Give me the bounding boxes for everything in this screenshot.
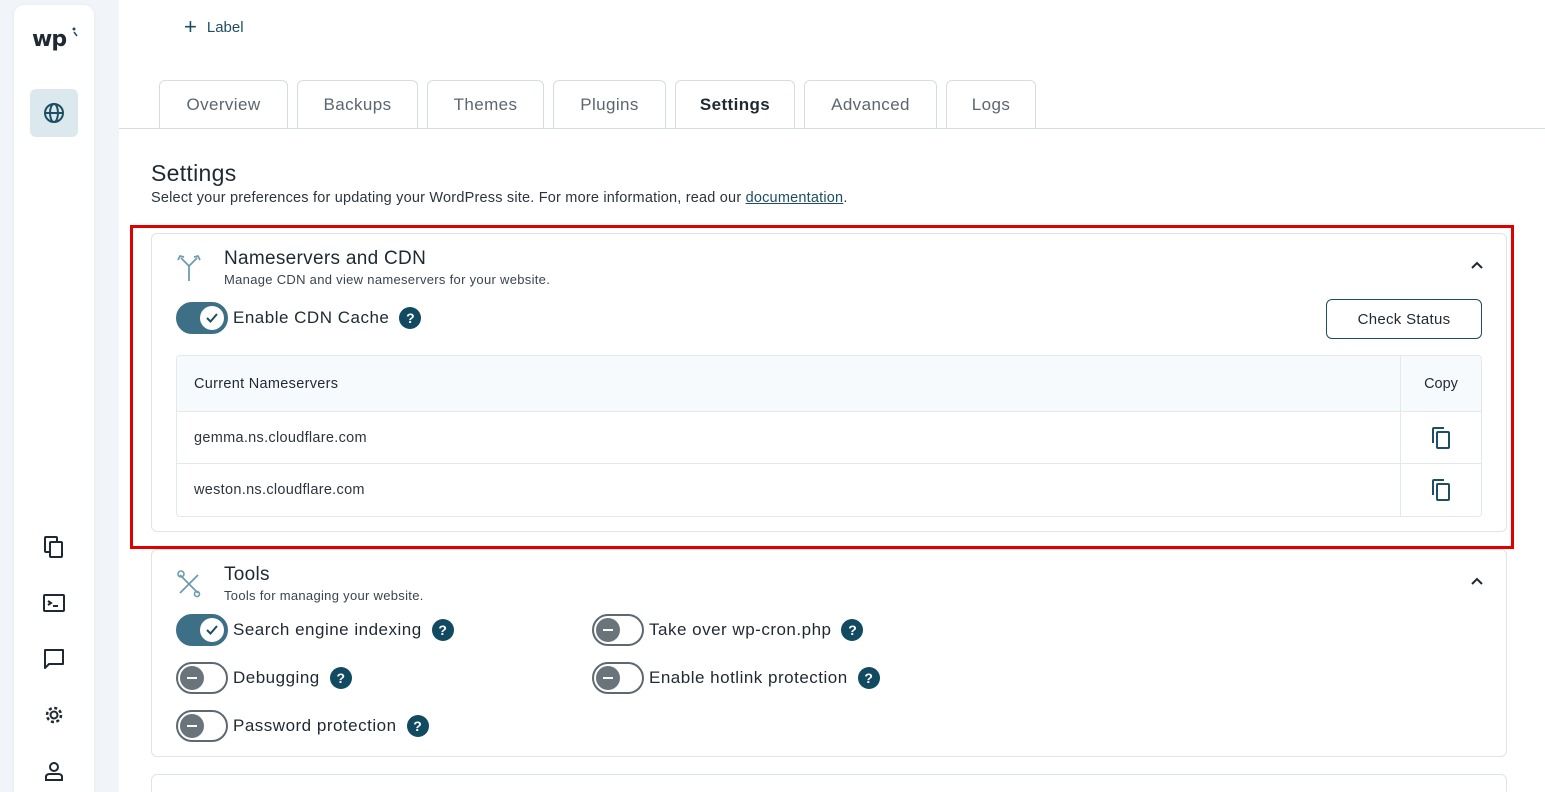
chat-icon [44, 649, 64, 669]
table-header: Current Nameservers Copy [177, 356, 1481, 412]
minus-icon [187, 725, 197, 727]
cdn-cache-label: Enable CDN Cache [233, 308, 390, 327]
nameservers-subtitle: Manage CDN and view nameservers for your… [224, 272, 551, 287]
help-icon[interactable]: ? [857, 667, 880, 689]
next-card [151, 774, 1507, 792]
hotlink-label: Enable hotlink protection [649, 668, 848, 687]
nameservers-table: Current Nameservers Copy gemma.ns.cloudf… [176, 355, 1482, 517]
nameserver-value: weston.ns.cloudflare.com [194, 482, 365, 498]
tab-bar: Overview Backups Themes Plugins Settings… [159, 80, 1036, 129]
password-protection-row: Password protection ? [176, 710, 429, 742]
check-icon [206, 625, 218, 635]
documentation-link[interactable]: documentation [746, 190, 844, 206]
plus-icon: + [184, 14, 197, 39]
sidebar-item-sites[interactable] [30, 89, 78, 137]
page-description-text: Select your preferences for updating you… [151, 190, 746, 206]
page-description-end: . [843, 190, 848, 206]
copy-cell [1400, 464, 1481, 516]
nameservers-card: Nameservers and CDN Manage CDN and view … [151, 233, 1507, 532]
copy-icon [1432, 426, 1450, 449]
main-panel: + Label Overview Backups Themes Plugins … [119, 0, 1545, 792]
copy-icon [1432, 479, 1450, 501]
column-header-nameservers: Current Nameservers [194, 375, 339, 392]
tools-card: Tools Tools for managing your website. S… [151, 549, 1507, 757]
toggle-knob [180, 666, 204, 690]
tools-icon [177, 570, 201, 598]
help-icon[interactable]: ? [329, 667, 352, 689]
hotlink-row: Enable hotlink protection ? [592, 662, 880, 694]
sidebar-item-pages[interactable] [40, 533, 68, 561]
toggle-knob [200, 306, 224, 330]
toggle-knob [200, 618, 224, 642]
toggle-knob [596, 666, 620, 690]
minus-icon [603, 677, 613, 679]
page-title: Settings [151, 160, 237, 186]
logo[interactable]: wp [32, 27, 67, 52]
chevron-up-icon[interactable] [1470, 576, 1484, 586]
debugging-row: Debugging ? [176, 662, 352, 694]
check-status-button[interactable]: Check Status [1326, 299, 1482, 339]
user-icon [45, 762, 63, 781]
tab-backups[interactable]: Backups [297, 80, 418, 129]
help-icon[interactable]: ? [841, 619, 864, 641]
copy-pages-icon [44, 536, 63, 558]
table-row: gemma.ns.cloudflare.com [177, 412, 1481, 464]
table-row: weston.ns.cloudflare.com [177, 464, 1481, 516]
sidebar-item-settings[interactable] [40, 701, 68, 729]
tab-settings[interactable]: Settings [675, 80, 795, 129]
minus-icon [187, 677, 197, 679]
wp-cron-toggle[interactable] [592, 614, 644, 646]
cdn-cache-toggle[interactable] [176, 302, 228, 334]
check-icon [206, 313, 218, 323]
sidebar-item-terminal[interactable] [40, 589, 68, 617]
add-label-text: Label [206, 18, 244, 36]
sidebar: wp [14, 5, 94, 792]
hotlink-toggle[interactable] [592, 662, 644, 694]
debugging-label: Debugging [233, 668, 320, 687]
globe-icon [44, 103, 64, 123]
tab-themes[interactable]: Themes [427, 80, 544, 129]
fork-icon [177, 254, 201, 281]
tools-title: Tools [224, 564, 270, 585]
terminal-icon [43, 594, 65, 612]
wp-cron-row: Take over wp-cron.php ? [592, 614, 864, 646]
tab-logs[interactable]: Logs [946, 80, 1036, 129]
column-header-copy: Copy [1400, 356, 1481, 411]
debugging-toggle[interactable] [176, 662, 228, 694]
toggle-knob [180, 714, 204, 738]
toggle-knob [596, 618, 620, 642]
copy-cell [1400, 412, 1481, 463]
tools-subtitle: Tools for managing your website. [224, 588, 424, 603]
logo-mark-icon [72, 27, 78, 37]
tab-overview[interactable]: Overview [159, 80, 288, 129]
gear-icon [45, 706, 63, 724]
tab-advanced[interactable]: Advanced [804, 80, 937, 129]
help-icon[interactable]: ? [431, 619, 454, 641]
tab-plugins[interactable]: Plugins [553, 80, 666, 129]
copy-button[interactable] [1430, 426, 1452, 450]
nameservers-title: Nameservers and CDN [224, 248, 427, 269]
page-description: Select your preferences for updating you… [151, 190, 848, 206]
copy-button[interactable] [1430, 478, 1452, 502]
password-protection-toggle[interactable] [176, 710, 228, 742]
chevron-up-icon[interactable] [1470, 260, 1484, 270]
search-indexing-row: Search engine indexing ? [176, 614, 454, 646]
minus-icon [603, 629, 613, 631]
wp-cron-label: Take over wp-cron.php [649, 620, 832, 639]
cdn-cache-row: Enable CDN Cache ? [176, 302, 422, 334]
add-label-button[interactable]: + Label [184, 16, 244, 38]
password-protection-label: Password protection [233, 716, 397, 735]
help-icon[interactable]: ? [399, 307, 422, 329]
sidebar-item-chat[interactable] [40, 645, 68, 673]
help-icon[interactable]: ? [406, 715, 429, 737]
tab-divider [119, 128, 1545, 129]
nameserver-value: gemma.ns.cloudflare.com [194, 429, 367, 446]
search-indexing-label: Search engine indexing [233, 620, 422, 639]
search-indexing-toggle[interactable] [176, 614, 228, 646]
sidebar-item-account[interactable] [40, 757, 68, 785]
